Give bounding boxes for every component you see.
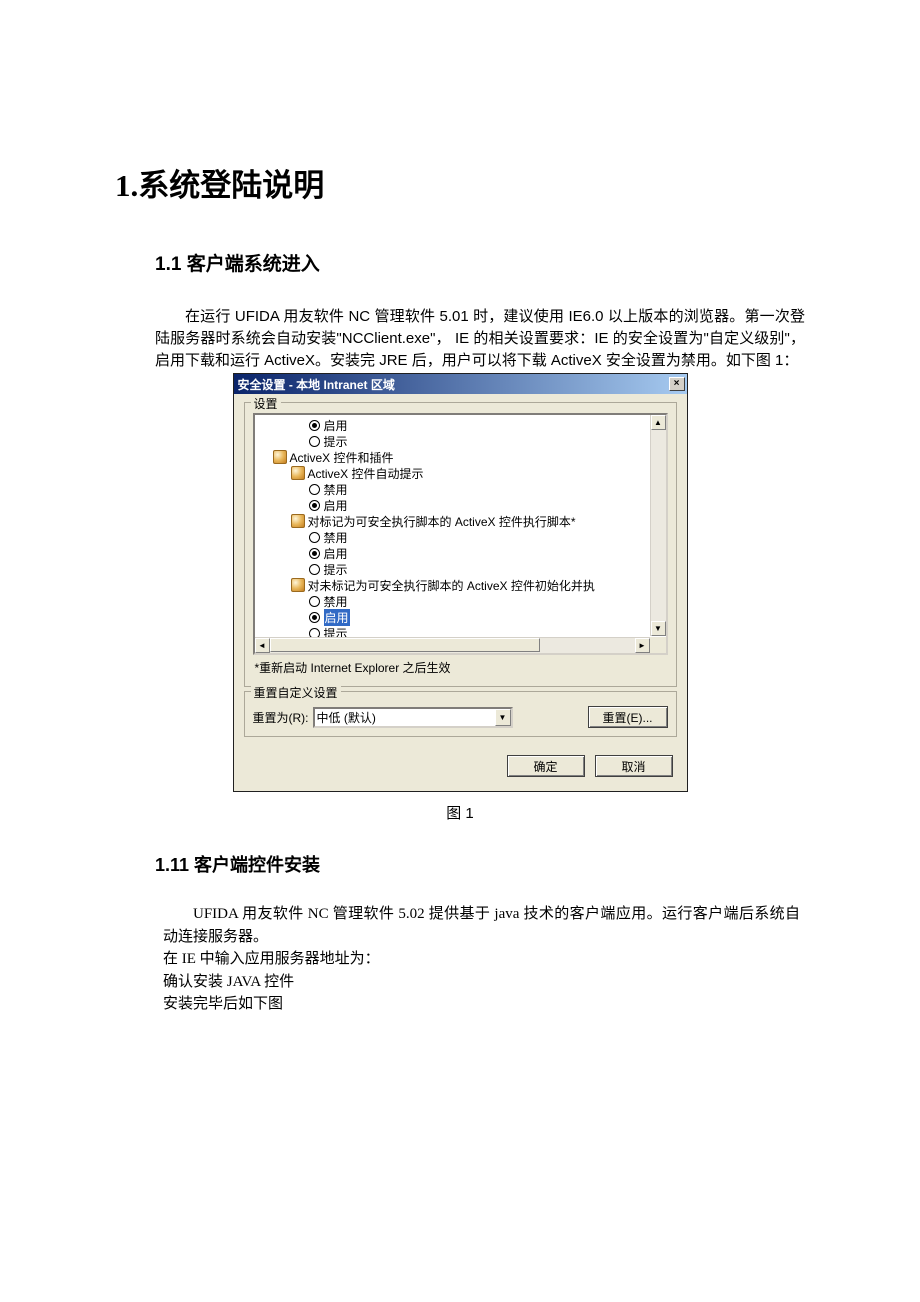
gear-icon xyxy=(273,450,287,464)
dropdown-icon[interactable]: ▼ xyxy=(495,709,511,726)
settings-tree: 启用 提示 ActiveX 控件和插件 ActiveX 控件自动提示 禁用 启用… xyxy=(253,413,668,655)
security-settings-dialog: 安全设置 - 本地 Intranet 区域 × 设置 启用 提示 ActiveX… xyxy=(233,373,688,792)
scroll-left-icon[interactable]: ◄ xyxy=(255,638,270,653)
tree-label: 对标记为可安全执行脚本的 ActiveX 控件执行脚本* xyxy=(308,513,576,530)
body-line-3: 确认安装 JAVA 控件 xyxy=(163,971,805,994)
restart-note: *重新启动 Internet Explorer 之后生效 xyxy=(255,659,666,676)
dialog-titlebar: 安全设置 - 本地 Intranet 区域 × xyxy=(234,374,687,394)
dialog-footer: 确定 取消 xyxy=(234,741,687,791)
body-line-4: 安装完毕后如下图 xyxy=(163,993,805,1016)
body-line-2: 在 IE 中输入应用服务器地址为： xyxy=(163,948,805,971)
tree-label: ActiveX 控件和插件 xyxy=(290,449,394,466)
scroll-down-icon[interactable]: ▼ xyxy=(651,621,666,636)
radio-prompt-3[interactable]: 提示 xyxy=(259,561,666,577)
figure-1-caption: 图 1 xyxy=(115,802,805,823)
radio-label: 提示 xyxy=(324,433,348,450)
reset-group-label: 重置自定义设置 xyxy=(251,684,341,701)
figure-1-wrap: 安全设置 - 本地 Intranet 区域 × 设置 启用 提示 ActiveX… xyxy=(155,373,765,792)
tree-node-unsafescript: 对未标记为可安全执行脚本的 ActiveX 控件初始化并执 xyxy=(259,577,666,593)
dialog-title: 安全设置 - 本地 Intranet 区域 xyxy=(238,376,395,393)
scroll-right-icon[interactable]: ► xyxy=(635,638,650,653)
settings-groupbox: 设置 启用 提示 ActiveX 控件和插件 ActiveX 控件自动提示 禁用… xyxy=(244,402,677,687)
tree-node-autoprompt: ActiveX 控件自动提示 xyxy=(259,465,666,481)
radio-label: 禁用 xyxy=(324,481,348,498)
scroll-up-icon[interactable]: ▲ xyxy=(651,415,666,430)
close-button[interactable]: × xyxy=(669,377,685,391)
reset-button[interactable]: 重置(E)... xyxy=(588,706,668,728)
reset-to-label: 重置为(R): xyxy=(253,709,309,726)
radio-label-selected: 启用 xyxy=(324,609,350,626)
radio-disable-2[interactable]: 禁用 xyxy=(259,481,666,497)
reset-groupbox: 重置自定义设置 重置为(R): 中低 (默认) ▼ 重置(E)... xyxy=(244,691,677,737)
scroll-corner xyxy=(650,637,666,653)
gear-icon xyxy=(291,578,305,592)
cancel-button[interactable]: 取消 xyxy=(595,755,673,777)
heading-1: 1.系统登陆说明 xyxy=(115,160,805,205)
radio-label: 禁用 xyxy=(324,593,348,610)
vertical-scrollbar[interactable]: ▲ ▼ xyxy=(650,415,666,636)
radio-disable-3[interactable]: 禁用 xyxy=(259,529,666,545)
horizontal-scrollbar[interactable]: ◄ ► xyxy=(255,637,650,653)
radio-enable-3[interactable]: 启用 xyxy=(259,545,666,561)
gear-icon xyxy=(291,466,305,480)
tree-node-safescript: 对标记为可安全执行脚本的 ActiveX 控件执行脚本* xyxy=(259,513,666,529)
settings-group-label: 设置 xyxy=(251,395,281,412)
heading-1-1: 1.1 客户端系统进入 xyxy=(155,249,805,276)
radio-enable-4[interactable]: 启用 xyxy=(259,609,666,625)
radio-label: 提示 xyxy=(324,561,348,578)
radio-enable-2[interactable]: 启用 xyxy=(259,497,666,513)
radio-label: 禁用 xyxy=(324,529,348,546)
radio-enable-1[interactable]: 启用 xyxy=(259,417,666,433)
tree-label: 对未标记为可安全执行脚本的 ActiveX 控件初始化并执 xyxy=(308,577,595,594)
radio-label: 启用 xyxy=(324,497,348,514)
radio-disable-4[interactable]: 禁用 xyxy=(259,593,666,609)
section-1-11-body: UFIDA 用友软件 NC 管理软件 5.02 提供基于 java 技术的客户端… xyxy=(163,903,805,1016)
radio-prompt-1[interactable]: 提示 xyxy=(259,433,666,449)
radio-label: 启用 xyxy=(324,417,348,434)
ok-button[interactable]: 确定 xyxy=(507,755,585,777)
intro-paragraph: 在运行 UFIDA 用友软件 NC 管理软件 5.01 时，建议使用 IE6.0… xyxy=(155,306,805,371)
heading-1-11: 1.11 客户端控件安装 xyxy=(155,851,805,877)
scroll-thumb[interactable] xyxy=(270,638,540,652)
body-line-1: UFIDA 用友软件 NC 管理软件 5.02 提供基于 java 技术的客户端… xyxy=(163,903,800,948)
radio-label: 启用 xyxy=(324,545,348,562)
reset-level-value: 中低 (默认) xyxy=(317,709,376,726)
reset-level-combobox[interactable]: 中低 (默认) ▼ xyxy=(313,707,513,728)
tree-label: ActiveX 控件自动提示 xyxy=(308,465,424,482)
tree-node-activex: ActiveX 控件和插件 xyxy=(259,449,666,465)
gear-icon xyxy=(291,514,305,528)
